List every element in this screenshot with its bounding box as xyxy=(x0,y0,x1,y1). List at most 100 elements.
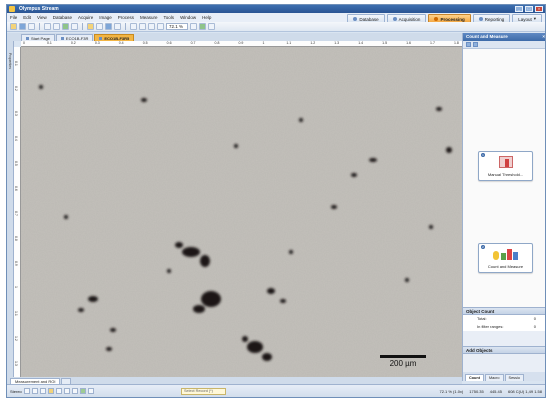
copy-icon[interactable] xyxy=(71,23,78,30)
ruler-tick-label: 0.6 xyxy=(166,41,172,45)
ellipse-icon[interactable] xyxy=(63,388,70,394)
redo-icon[interactable] xyxy=(53,23,60,30)
close-icon[interactable]: × xyxy=(535,6,543,12)
object-count-section: Object Count Total: 0 In filter ranges: … xyxy=(463,307,545,331)
main-toolbar: 72.1 % xyxy=(7,22,545,32)
ruler-tick-label: 0.5 xyxy=(14,161,18,166)
rectangle-icon[interactable] xyxy=(55,388,62,394)
text-icon[interactable] xyxy=(47,388,54,394)
ruler-tick-label: 1.7 xyxy=(430,41,435,45)
edit-icon[interactable] xyxy=(473,42,478,47)
ruler-tick-label: 0.4 xyxy=(14,136,18,141)
add-objects-header[interactable]: Add Objects xyxy=(463,346,545,354)
object-count-header[interactable]: Object Count xyxy=(463,307,545,315)
panel-title: Count and Measure xyxy=(466,34,508,39)
menu-database[interactable]: Database xyxy=(53,15,72,20)
folder-icon[interactable] xyxy=(87,23,94,30)
ruler-tick-label: 1.3 xyxy=(334,41,340,45)
step-number: 1 xyxy=(481,153,485,157)
ruler-tick-label: 0.6 xyxy=(14,186,18,191)
toolbar-separator xyxy=(125,23,126,30)
scale-bar-label: 200 µm xyxy=(389,359,417,368)
ruler-tick-label: 0.5 xyxy=(142,41,148,45)
select-icon[interactable] xyxy=(130,23,137,30)
zoom-readout: 72.1 % (1.0x) xyxy=(439,389,464,394)
save-icon[interactable] xyxy=(19,23,26,30)
count-measure-card[interactable]: 2 Count and Measure xyxy=(478,243,533,273)
tab-macro[interactable]: Macro xyxy=(484,374,504,381)
ruler-tick-label: 0.3 xyxy=(14,111,18,116)
report-icon xyxy=(478,17,483,21)
add-icon[interactable] xyxy=(199,23,206,30)
ruler-tick-label: 0.2 xyxy=(70,41,76,45)
image-doc-icon xyxy=(99,36,103,40)
undo-icon[interactable] xyxy=(44,23,51,30)
polygon-icon[interactable] xyxy=(71,388,78,394)
manual-threshold-card[interactable]: 1 Manual Threshold... xyxy=(478,151,533,181)
pan-icon[interactable] xyxy=(139,23,146,30)
new-icon[interactable] xyxy=(466,42,471,47)
snapshot-icon[interactable] xyxy=(62,23,69,30)
print-icon[interactable] xyxy=(28,23,35,30)
menu-acquire[interactable]: Acquire xyxy=(78,15,93,20)
full-screen-icon[interactable] xyxy=(208,23,215,30)
histogram-icon[interactable] xyxy=(114,23,121,30)
fit-icon[interactable] xyxy=(190,23,197,30)
ruler-tick-label: 1 xyxy=(262,41,265,45)
ruler-tick-label: 1.1 xyxy=(286,41,292,45)
tab-image-1[interactable]: ECO1B-F3R xyxy=(55,34,94,41)
panel-toolbar xyxy=(463,41,545,49)
zoom-select[interactable]: 72.1 % xyxy=(166,23,188,30)
zoom-out-icon[interactable] xyxy=(157,23,164,30)
tab-image-2[interactable]: ECO1B-F3R5 xyxy=(94,34,135,41)
panel-bottom-tabs: Count Macro Sessio xyxy=(463,372,545,381)
total-value: 0 xyxy=(533,316,536,321)
menu-image[interactable]: Image xyxy=(99,15,112,20)
menu-view[interactable]: View xyxy=(37,15,47,20)
ruler-tick-label: 0.7 xyxy=(190,41,196,45)
record-select[interactable]: Select Record (*) xyxy=(181,388,226,395)
menu-help[interactable]: Help xyxy=(202,15,211,20)
micrograph-texture xyxy=(21,47,462,377)
pointer-icon[interactable] xyxy=(23,388,30,394)
properties-strip[interactable]: Properties xyxy=(7,41,14,381)
ruler-tick-label: 0.1 xyxy=(46,41,52,45)
menu-measure[interactable]: Measure xyxy=(140,15,158,20)
image-icon[interactable] xyxy=(105,23,112,30)
scale-bar: 200 µm xyxy=(380,355,426,368)
document-tabs: Start Page ECO1B-F3R ECO1B-F3R5 xyxy=(7,33,462,41)
tab-session[interactable]: Sessio xyxy=(504,374,524,381)
panel-header: Count and Measure × xyxy=(463,33,545,41)
ruler-tick-label: 1.2 xyxy=(14,336,18,341)
ruler-tick-label: 0.2 xyxy=(14,86,18,91)
status-readouts: 72.1 % (1.0x) 1750.35 445.45 608 C(U) 1,… xyxy=(439,389,542,394)
menu-process[interactable]: Process xyxy=(118,15,134,20)
stereo-label: Stereo xyxy=(10,388,22,394)
minimize-icon[interactable]: _ xyxy=(515,6,523,12)
threshold-icon xyxy=(499,156,513,168)
ruler-tick-label: 1 xyxy=(14,286,18,288)
window-title: Olympus Stream xyxy=(19,6,59,12)
close-icon[interactable]: × xyxy=(542,33,545,41)
ruler-tick-label: 0.7 xyxy=(14,211,18,216)
open-folder-icon[interactable] xyxy=(10,23,17,30)
ruler-tick-label: 1.6 xyxy=(406,41,411,45)
line-icon[interactable] xyxy=(31,388,38,394)
ruler-icon[interactable] xyxy=(87,388,94,394)
menu-edit[interactable]: Edit xyxy=(23,15,31,20)
magic-wand-icon[interactable] xyxy=(79,388,86,394)
filter-value: 0 xyxy=(533,324,536,329)
menu-file[interactable]: File xyxy=(10,15,17,20)
tab-start-page[interactable]: Start Page xyxy=(21,34,55,41)
info-readout: 608 C(U) 1,49 1.58 xyxy=(507,389,542,394)
menu-tools[interactable]: Tools xyxy=(164,15,175,20)
menu-window[interactable]: Window xyxy=(180,15,196,20)
tab-count[interactable]: Count xyxy=(465,374,484,381)
micrograph-image[interactable]: 200 µm xyxy=(21,47,462,377)
maximize-icon[interactable]: □ xyxy=(525,6,533,12)
grid-icon[interactable] xyxy=(96,23,103,30)
toolbar-separator xyxy=(82,23,83,30)
card-label: Count and Measure xyxy=(487,264,524,269)
zoom-in-icon[interactable] xyxy=(148,23,155,30)
arrow-icon[interactable] xyxy=(39,388,46,394)
